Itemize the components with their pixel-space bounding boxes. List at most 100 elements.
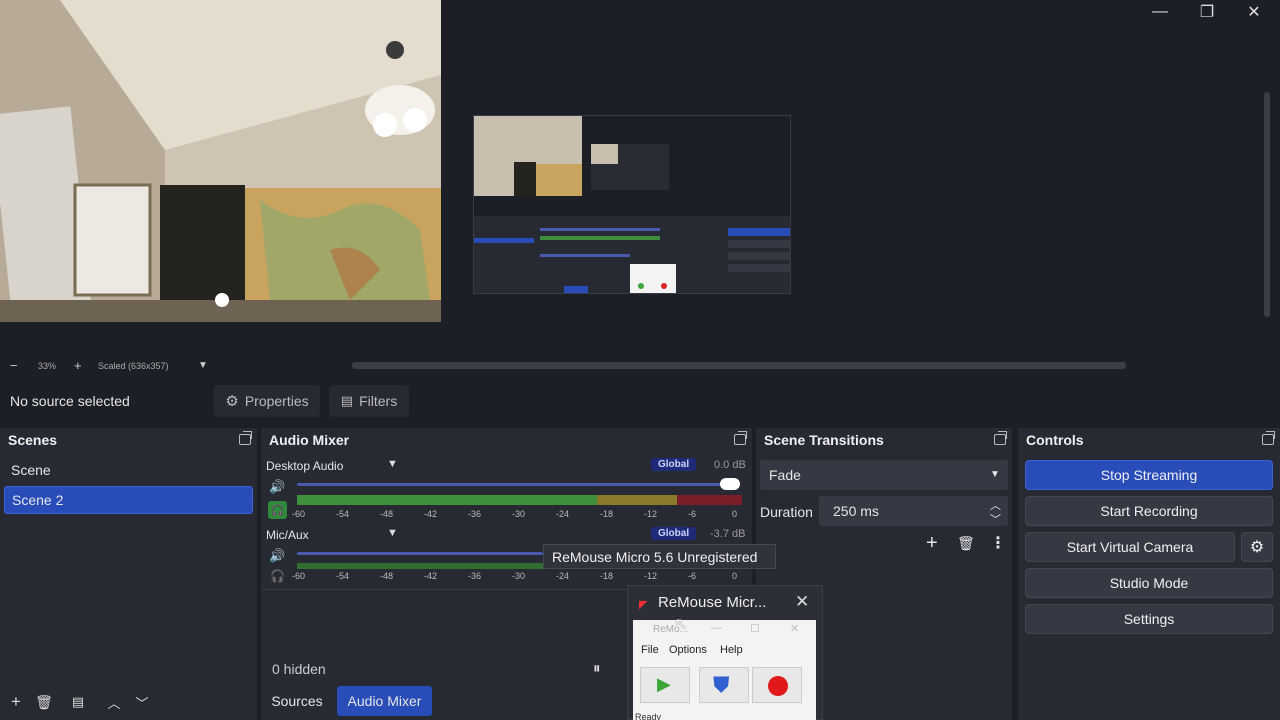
meter-tick-label: -24 [556,571,570,581]
channel-menu-chevron-icon[interactable]: ▼ [387,458,398,470]
meter-tick-label: -6 [688,571,697,581]
filters-button[interactable]: ▤ Filters [329,385,409,417]
properties-label: Properties [244,393,309,409]
preview-vertical-scrollbar[interactable] [1262,50,1272,320]
chevron-up-icon: ︿ [107,695,121,711]
record-icon [768,676,788,696]
play-button[interactable]: ▶ [640,667,690,703]
meter-tick-label: -12 [644,509,658,519]
meter-tick-label: -48 [380,509,394,519]
meter-tick-label: -36 [468,509,482,519]
trash-icon: 🗑 [35,693,53,710]
plus-icon: + [11,692,21,711]
scenes-dock-title: Scenes [8,432,58,448]
global-badge: Global [651,458,697,471]
channel-db: -3.7 dB [710,528,746,540]
level-meter-yellow [597,495,677,505]
add-transition-button[interactable]: + [926,532,938,555]
gear-icon: ⚙ [225,393,239,410]
filter-icon: ▤ [71,694,85,709]
speaker-icon[interactable]: 🔊 [269,479,285,495]
transition-select[interactable]: Fade ▼ [760,460,1008,490]
zoom-level: 33% [38,361,57,371]
scene-list-item-active[interactable]: Scene 2 [4,486,253,514]
headphones-off-icon[interactable]: 🎧 [270,569,285,583]
start-recording-button[interactable]: Start Recording [1025,496,1273,526]
move-scene-up-button[interactable]: ︿ [103,691,125,713]
move-scene-down-button[interactable]: ﹀ [131,691,153,713]
meter-tick-label: 0 [732,571,738,581]
level-meter-green [297,495,597,505]
settings-button[interactable]: Settings [1025,604,1273,634]
meter-tick-label: -60 [292,571,306,581]
duration-label: Duration [760,504,813,520]
meter-tick-label: 0 [732,509,738,519]
volume-slider[interactable] [297,552,543,555]
status-text: Ready [635,712,662,720]
zoom-in-button[interactable]: + [74,358,82,373]
meter-tick-label: -54 [336,509,350,519]
shield-icon: ⛊ [713,672,730,697]
preview-horizontal-scrollbar[interactable] [352,362,1126,369]
preview-canvas[interactable] [0,0,1260,357]
undock-icon[interactable] [239,431,252,445]
record-button[interactable] [752,667,802,703]
virtual-camera-settings-button[interactable]: ⚙ [1241,532,1273,562]
meter-tick-label: -12 [644,571,658,581]
volume-slider[interactable] [297,483,736,486]
close-icon[interactable]: ✕ [795,592,809,612]
zoom-out-button[interactable]: − [10,358,18,373]
undock-icon[interactable] [1262,431,1275,445]
close-icon[interactable]: ✕ [790,622,799,635]
tab-sources[interactable]: Sources [264,686,330,716]
channel-menu-chevron-icon[interactable]: ▼ [387,527,398,539]
audio-mixer-title: Audio Mixer [269,432,350,448]
scene-filters-button[interactable]: ▤ [67,691,89,713]
close-window-button[interactable]: ✕ [1231,0,1277,24]
play-icon: ▶ [657,674,671,694]
volume-slider-knob[interactable] [720,478,740,490]
undock-icon[interactable] [734,431,747,445]
start-virtual-camera-button[interactable]: Start Virtual Camera [1025,532,1235,562]
add-scene-button[interactable]: + [5,691,27,713]
headphones-icon[interactable]: 🎧 [268,501,287,519]
maximize-button[interactable]: ❐ [1184,0,1230,24]
undock-icon[interactable] [994,431,1007,445]
minimize-button[interactable]: — [1137,0,1183,24]
mixer-layout-icon[interactable]: ⏸ [593,660,601,677]
channel-db: 0.0 dB [714,459,746,471]
remove-scene-button[interactable]: 🗑 [33,691,55,713]
speaker-icon[interactable]: 🔊 [269,548,285,564]
menu-options[interactable]: Options [669,644,707,656]
duration-spinbox[interactable]: 250 ms ︿ ﹀ [819,496,1008,526]
chevron-down-icon[interactable]: ﹀ [990,511,1001,527]
menu-help[interactable]: Help [720,644,743,656]
chevron-down-icon[interactable]: ▼ [198,360,208,371]
chevron-down-icon: ﹀ [135,695,149,711]
channel-name: Desktop Audio [266,459,344,473]
shield-button[interactable]: ⛊ [699,667,749,703]
tab-audio-mixer[interactable]: Audio Mixer [337,686,432,716]
trash-icon[interactable]: 🗑 [957,535,975,552]
scenes-dock: Scenes Scene Scene 2 [0,428,257,720]
level-meter-red [677,495,742,505]
gear-icon: ⚙ [1249,539,1265,556]
transition-select-value: Fade [769,467,801,483]
meter-tick-label: -6 [688,509,697,519]
maximize-icon[interactable]: ☐ [750,622,760,635]
meter-tick-label: -18 [600,571,614,581]
menu-file[interactable]: File [641,644,659,656]
minimize-icon[interactable]: — [711,622,722,634]
controls-title: Controls [1026,432,1084,448]
scene-transitions-title: Scene Transitions [764,432,884,448]
properties-button[interactable]: ⚙ Properties [214,385,320,417]
meter-tick-label: -24 [556,509,570,519]
scene-list-item[interactable]: Scene [4,456,253,484]
stop-streaming-button[interactable]: Stop Streaming [1025,460,1273,490]
studio-mode-button[interactable]: Studio Mode [1025,568,1273,598]
meter-scale: -60 -54 -48 -42 -36 -30 -24 -18 -12 -6 0 [292,571,743,583]
remouse-logo-icon: ◤ [639,599,648,611]
more-options-icon[interactable]: ⋮ [990,533,1006,553]
meter-tick-label: -18 [600,509,614,519]
meter-tick-label: -30 [512,509,526,519]
